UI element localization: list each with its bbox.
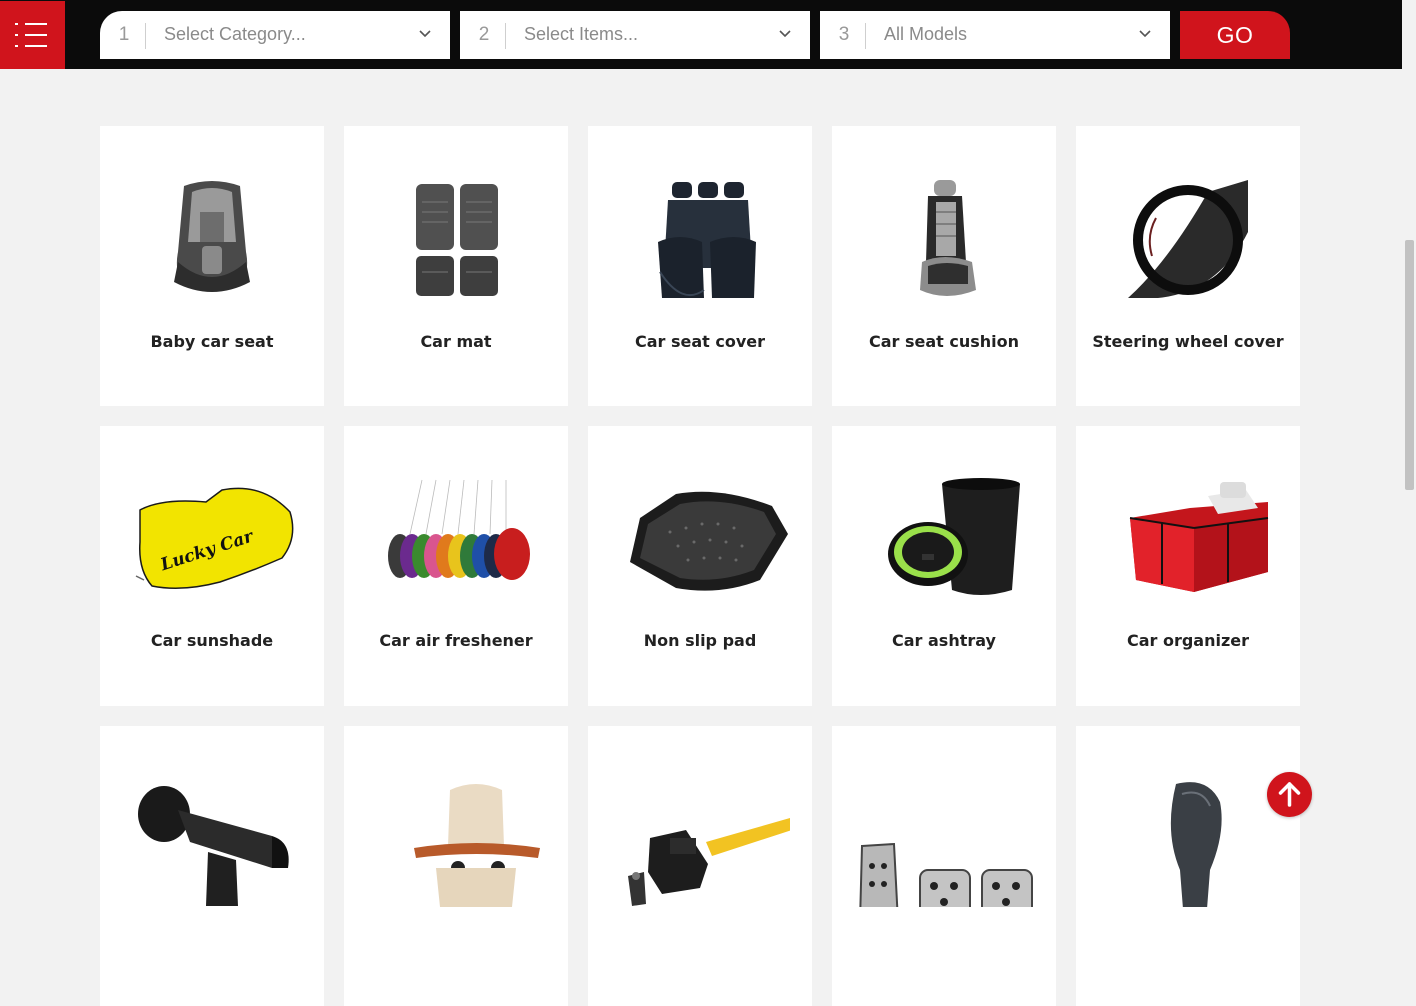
product-card-car-organizer[interactable]: Car organizer: [1076, 426, 1300, 706]
pedal-cover-icon: [859, 842, 1033, 907]
car-seat-cushion-icon: [920, 180, 976, 296]
step-number: 3: [838, 24, 850, 45]
product-label: Car air freshener: [379, 631, 533, 650]
product-card-phone-holder[interactable]: [100, 726, 324, 1006]
product-label: Car sunshade: [150, 631, 274, 650]
scroll-to-top-button[interactable]: [1267, 772, 1312, 817]
divider: [865, 23, 866, 49]
page-scrollbar[interactable]: [1402, 0, 1416, 896]
product-label: Car seat cushion: [868, 332, 1020, 351]
product-card-seat-hanger[interactable]: [344, 726, 568, 1006]
scrollbar-thumb[interactable]: [1405, 240, 1414, 490]
product-card-car-seat-cushion[interactable]: Car seat cushion: [832, 126, 1056, 406]
items-select[interactable]: 2 Select Items...: [460, 11, 810, 59]
menu-dot: [15, 45, 18, 47]
product-card-car-air-freshener[interactable]: Car air freshener: [344, 426, 568, 706]
hamburger-menu-button[interactable]: [0, 1, 65, 69]
product-label: Steering wheel cover: [1092, 332, 1284, 351]
product-label: Car seat cover: [634, 332, 766, 351]
product-label: Car ashtray: [892, 631, 996, 650]
menu-dot: [15, 23, 18, 25]
product-label: Non slip pad: [643, 631, 757, 650]
car-organizer-icon: [1129, 482, 1269, 592]
product-card-pedal-cover[interactable]: [832, 726, 1056, 1006]
product-card-car-sunshade[interactable]: Lucky Car Car sunshade: [100, 426, 324, 706]
product-label: Car mat: [420, 332, 492, 351]
car-seat-cover-icon: [658, 182, 756, 298]
divider: [505, 23, 506, 49]
baby-car-seat-icon: [174, 181, 250, 292]
gear-knob-cover-icon: [1170, 782, 1222, 907]
category-select[interactable]: 1 Select Category...: [100, 11, 450, 59]
phone-holder-icon: [138, 786, 289, 906]
car-air-freshener-icon: [388, 479, 530, 580]
menu-dot: [15, 34, 18, 36]
divider: [145, 23, 146, 49]
product-card-car-mat[interactable]: Car mat: [344, 126, 568, 406]
car-mat-icon: [416, 184, 498, 296]
models-select[interactable]: 3 All Models: [820, 11, 1170, 59]
product-card-car-seat-cover[interactable]: Car seat cover: [588, 126, 812, 406]
chevron-down-icon: [1139, 30, 1151, 38]
steering-wheel-cover-icon: [1128, 180, 1248, 298]
models-placeholder: All Models: [884, 24, 968, 44]
product-card-gear-knob-cover[interactable]: [1076, 726, 1300, 1006]
car-sunshade-icon: Lucky Car: [135, 487, 294, 589]
menu-line: [25, 45, 47, 47]
chevron-down-icon: [419, 30, 431, 38]
category-placeholder: Select Category...: [164, 24, 306, 44]
product-card-car-ashtray[interactable]: Car ashtray: [832, 426, 1056, 706]
product-card-baby-car-seat[interactable]: Baby car seat: [100, 126, 324, 406]
seat-hanger-icon: [414, 784, 540, 907]
steering-lock-icon: [628, 818, 790, 906]
chevron-down-icon: [779, 30, 791, 38]
non-slip-pad-icon: [630, 491, 788, 591]
product-label: Baby car seat: [150, 332, 274, 351]
items-placeholder: Select Items...: [524, 24, 639, 44]
go-button[interactable]: GO: [1180, 11, 1290, 59]
step-number: 2: [478, 24, 490, 45]
top-bar: 1 Select Category... 2 Select Items... 3…: [0, 0, 1402, 69]
step-number: 1: [118, 24, 130, 45]
car-ashtray-icon: [888, 478, 1020, 595]
arrow-up-icon: [1278, 782, 1301, 807]
menu-line: [25, 34, 47, 36]
product-card-steering-lock[interactable]: [588, 726, 812, 1006]
product-label: Car organizer: [1126, 631, 1250, 650]
product-card-steering-wheel-cover[interactable]: Steering wheel cover: [1076, 126, 1300, 406]
menu-line: [25, 23, 47, 25]
product-card-non-slip-pad[interactable]: Non slip pad: [588, 426, 812, 706]
